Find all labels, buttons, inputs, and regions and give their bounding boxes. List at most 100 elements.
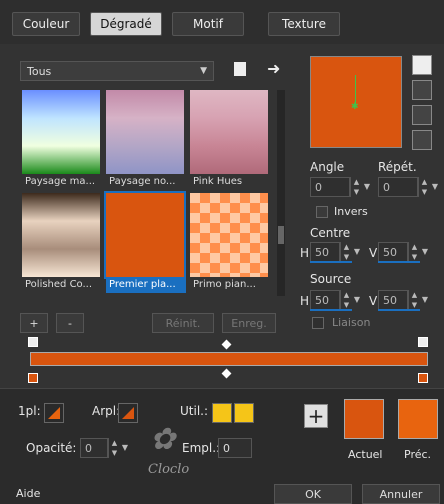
user-color-swatch[interactable] bbox=[212, 403, 232, 423]
source-h-dropdown-icon[interactable]: ▼ bbox=[352, 290, 362, 310]
radial-style-button[interactable] bbox=[412, 130, 432, 150]
angle-input[interactable]: 0 bbox=[310, 177, 350, 197]
source-label: Source bbox=[310, 272, 352, 286]
repeat-spinner[interactable]: ▲ ▼ bbox=[418, 177, 430, 197]
gradient-swatch bbox=[190, 90, 268, 174]
user-color-swatch-2[interactable] bbox=[234, 403, 254, 423]
arrow-right-icon[interactable]: ➜ bbox=[267, 59, 280, 78]
gradient-name: Paysage ma... bbox=[25, 176, 96, 187]
repeat-input[interactable]: 0 bbox=[378, 177, 418, 197]
gradient-list-scrollbar[interactable] bbox=[277, 90, 285, 296]
source-h-spinner[interactable]: ▲ ▼ bbox=[340, 290, 352, 310]
background-swatch[interactable] bbox=[118, 403, 138, 423]
add-color-button[interactable]: + bbox=[304, 404, 328, 428]
source-v-slider[interactable] bbox=[378, 309, 420, 311]
center-h-slider[interactable] bbox=[310, 261, 352, 263]
gradient-thumb-6[interactable]: Primo pian... bbox=[190, 193, 268, 290]
chevron-down-icon: ▼ bbox=[200, 66, 207, 76]
source-h-label: H bbox=[300, 294, 310, 308]
gradient-thumb-2[interactable]: Paysage no... bbox=[106, 90, 184, 187]
angle-dropdown-icon[interactable]: ▼ bbox=[362, 177, 372, 197]
angle-line bbox=[355, 75, 356, 105]
tab-texture[interactable]: Texture bbox=[268, 12, 340, 36]
tab-couleur[interactable]: Couleur bbox=[12, 12, 80, 36]
link-label: Liaison bbox=[332, 316, 371, 329]
color-stop-left[interactable] bbox=[28, 373, 38, 383]
sunburst-style-button[interactable] bbox=[412, 105, 432, 125]
save-button[interactable]: Enreg. bbox=[222, 313, 276, 333]
opacity-stop-left[interactable] bbox=[28, 337, 38, 347]
invert-label: Invers bbox=[334, 205, 368, 218]
gradient-thumb-3[interactable]: Pink Hues bbox=[190, 90, 268, 187]
color-stop-right[interactable] bbox=[418, 373, 428, 383]
center-h-input[interactable]: 50 bbox=[310, 242, 340, 262]
link-checkbox[interactable] bbox=[312, 317, 324, 329]
tab-bar: Couleur Dégradé Motif Texture bbox=[0, 0, 444, 44]
gradient-swatch bbox=[22, 193, 100, 277]
source-v-input[interactable]: 50 bbox=[378, 290, 408, 310]
foreground-color-triangle bbox=[48, 407, 60, 419]
tab-motif[interactable]: Motif bbox=[172, 12, 244, 36]
background-label: Arpl: bbox=[92, 404, 121, 418]
tab-degrade[interactable]: Dégradé bbox=[90, 12, 162, 36]
gradient-thumb-1[interactable]: Paysage ma... bbox=[22, 90, 100, 187]
center-v-dropdown-icon[interactable]: ▼ bbox=[420, 242, 430, 262]
gradient-thumb-5[interactable]: Premier pla... bbox=[104, 191, 186, 293]
gradient-name: Primo pian... bbox=[193, 279, 256, 290]
gradient-swatch bbox=[106, 90, 184, 174]
source-h-slider[interactable] bbox=[310, 309, 352, 311]
scrollbar-thumb[interactable] bbox=[278, 226, 284, 244]
repeat-dropdown-icon[interactable]: ▼ bbox=[430, 177, 440, 197]
watermark-text: Cloclo bbox=[148, 462, 190, 477]
gradient-preview[interactable]: ✱ bbox=[310, 56, 402, 148]
reset-button[interactable]: Réinit. bbox=[152, 313, 214, 333]
gradient-bar[interactable] bbox=[30, 352, 428, 366]
notepad-icon[interactable] bbox=[234, 62, 246, 76]
center-v-label: V bbox=[369, 246, 378, 260]
opacity-dropdown-icon[interactable]: ▼ bbox=[120, 438, 130, 458]
opacity-input[interactable]: 0 bbox=[80, 438, 108, 458]
gradient-thumb-4[interactable]: Polished Co... bbox=[22, 193, 100, 290]
gradient-swatch bbox=[190, 193, 268, 277]
center-v-slider[interactable] bbox=[378, 261, 420, 263]
ok-button[interactable]: OK bbox=[274, 484, 352, 504]
user-color-label: Util.: bbox=[180, 404, 209, 418]
linear-style-button[interactable] bbox=[412, 55, 432, 75]
position-label: Empl.: bbox=[182, 441, 221, 455]
source-h-input[interactable]: 50 bbox=[310, 290, 340, 310]
center-v-input[interactable]: 50 bbox=[378, 242, 408, 262]
remove-gradient-button[interactable]: - bbox=[56, 313, 84, 333]
foreground-swatch[interactable] bbox=[44, 403, 64, 423]
background-color-triangle bbox=[122, 407, 134, 419]
category-dropdown[interactable]: Tous ▼ bbox=[20, 61, 214, 81]
gradient-name: Premier pla... bbox=[106, 277, 186, 293]
center-marker-icon: ✱ bbox=[351, 102, 359, 112]
cancel-button[interactable]: Annuler bbox=[362, 484, 440, 504]
help-button[interactable]: Aide bbox=[16, 487, 40, 500]
opacity-spinner[interactable]: ▲ ▼ bbox=[108, 438, 120, 458]
angle-label: Angle bbox=[310, 160, 345, 174]
current-color-swatch[interactable] bbox=[344, 399, 384, 439]
gradient-swatch bbox=[22, 90, 100, 174]
angle-spinner[interactable]: ▲ ▼ bbox=[350, 177, 362, 197]
source-v-label: V bbox=[369, 294, 378, 308]
rectangular-style-button[interactable] bbox=[412, 80, 432, 100]
center-h-spinner[interactable]: ▲ ▼ bbox=[340, 242, 352, 262]
add-gradient-button[interactable]: + bbox=[20, 313, 48, 333]
category-dropdown-value: Tous bbox=[27, 64, 52, 78]
source-v-dropdown-icon[interactable]: ▼ bbox=[420, 290, 430, 310]
source-v-spinner[interactable]: ▲ ▼ bbox=[408, 290, 420, 310]
center-label: Centre bbox=[310, 226, 351, 240]
previous-color-swatch[interactable] bbox=[398, 399, 438, 439]
opacity-stop-right[interactable] bbox=[418, 337, 428, 347]
gradient-name: Polished Co... bbox=[25, 279, 93, 290]
invert-checkbox[interactable] bbox=[316, 206, 328, 218]
flower-icon: ✿ bbox=[150, 422, 176, 457]
current-label: Actuel bbox=[348, 448, 383, 461]
center-h-label: H bbox=[300, 246, 310, 260]
center-v-spinner[interactable]: ▲ ▼ bbox=[408, 242, 420, 262]
position-input[interactable]: 0 bbox=[218, 438, 252, 458]
center-h-dropdown-icon[interactable]: ▼ bbox=[352, 242, 362, 262]
gradient-name: Paysage no... bbox=[109, 176, 176, 187]
gradient-swatch bbox=[104, 191, 186, 279]
